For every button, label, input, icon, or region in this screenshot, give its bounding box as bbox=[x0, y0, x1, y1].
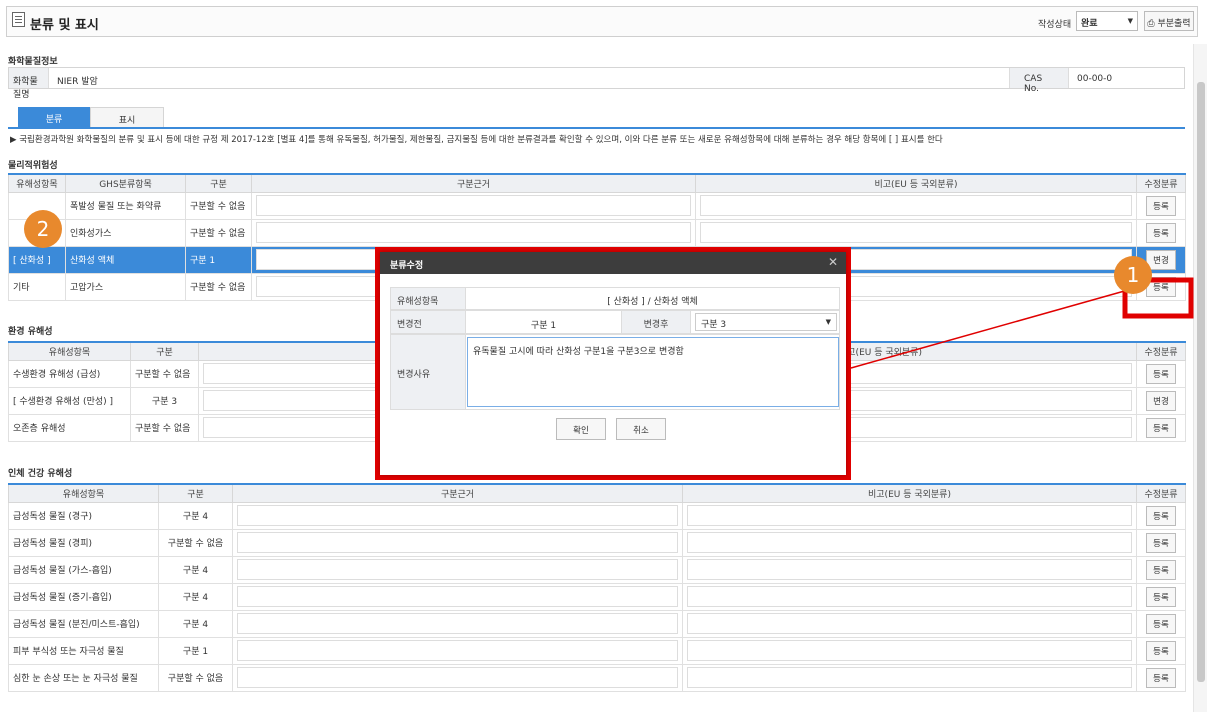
dialog-row-reason: 변경사유 유독물질 고시에 따라 산화성 구분1을 구분3으로 변경함 bbox=[390, 334, 840, 410]
dialog-header: 분류수정 ✕ bbox=[380, 252, 846, 274]
confirm-button[interactable]: 확인 bbox=[556, 418, 606, 440]
dialog-title: 분류수정 bbox=[390, 261, 424, 271]
classification-edit-dialog: 분류수정 ✕ 유해성항목 [ 산화성 ] / 산화성 액체 변경전 구분 1 변… bbox=[380, 252, 846, 475]
callout-badge-1: 1 bbox=[1114, 256, 1152, 294]
before-value: 구분 1 bbox=[530, 321, 557, 331]
after-select[interactable]: 구분 3 ▼ bbox=[695, 313, 837, 331]
item-label: 유해성항목 bbox=[391, 288, 466, 309]
before-label: 변경전 bbox=[391, 311, 466, 333]
chevron-down-icon: ▼ bbox=[825, 318, 831, 326]
after-label: 변경후 bbox=[621, 311, 691, 333]
reason-label: 변경사유 bbox=[391, 335, 466, 409]
reason-textarea[interactable]: 유독물질 고시에 따라 산화성 구분1을 구분3으로 변경함 bbox=[467, 337, 839, 407]
dialog-row-item: 유해성항목 [ 산화성 ] / 산화성 액체 bbox=[390, 287, 840, 310]
dialog-row-change: 변경전 구분 1 변경후 구분 3 ▼ bbox=[390, 310, 840, 334]
cancel-button[interactable]: 취소 bbox=[616, 418, 666, 440]
item-value: [ 산화성 ] / 산화성 액체 bbox=[607, 297, 698, 307]
after-value: 구분 3 bbox=[701, 320, 727, 330]
annotation-connector-line bbox=[850, 289, 1129, 369]
callout-badge-2: 2 bbox=[24, 210, 62, 248]
close-icon[interactable]: ✕ bbox=[828, 255, 838, 269]
